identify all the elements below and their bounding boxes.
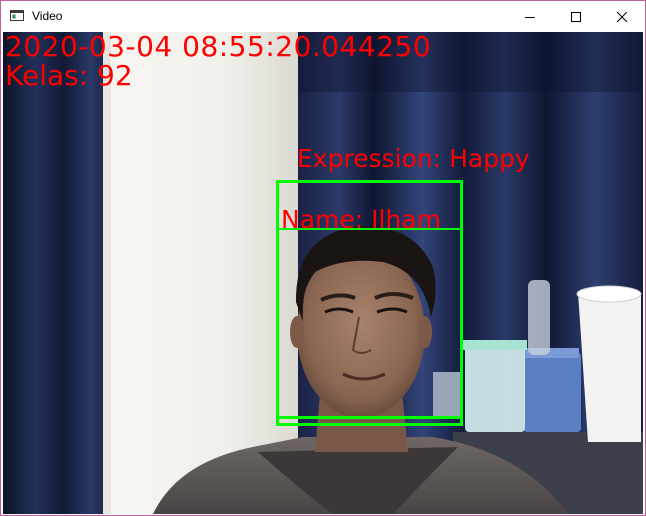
app-window-icon	[10, 10, 24, 21]
expression-label: Expression: Happy	[297, 144, 530, 173]
video-window: Video 2020-03-04 08:55:20.044250 Kelas: …	[0, 0, 646, 516]
name-detection-box	[276, 228, 463, 419]
camera-feed: 2020-03-04 08:55:20.044250 Kelas: 92 Exp…	[3, 32, 643, 514]
kelas-label: Kelas: 92	[5, 59, 133, 92]
maximize-button[interactable]	[553, 1, 599, 32]
maximize-icon	[571, 11, 581, 22]
close-button[interactable]	[599, 1, 645, 32]
minimize-button[interactable]	[507, 1, 553, 32]
minimize-icon	[525, 16, 535, 18]
window-title: Video	[32, 9, 63, 23]
timestamp-label: 2020-03-04 08:55:20.044250	[5, 32, 432, 63]
close-icon	[617, 11, 627, 22]
title-bar[interactable]: Video	[1, 1, 645, 32]
name-label: Name: Ilham	[281, 205, 441, 234]
